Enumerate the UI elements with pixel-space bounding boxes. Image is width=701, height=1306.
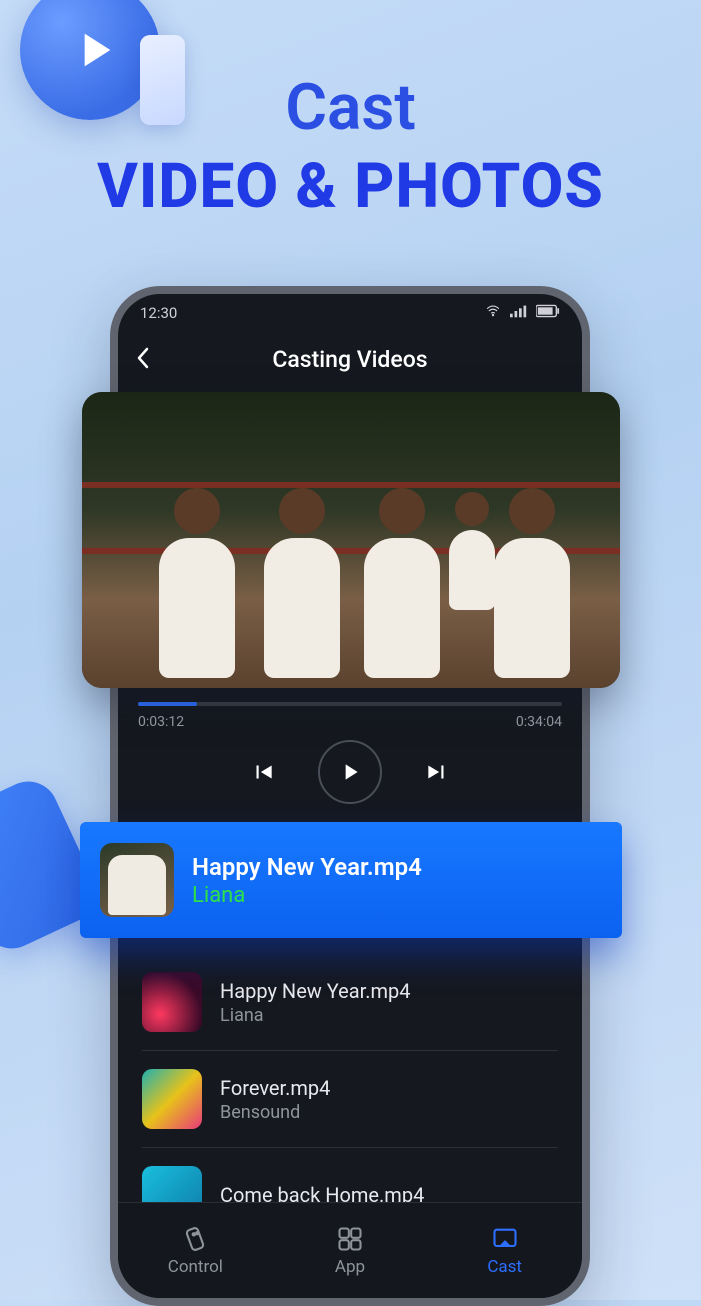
play-button[interactable] <box>318 740 382 804</box>
video-subtitle: Liana <box>220 1005 411 1026</box>
video-thumbnail <box>142 1069 202 1129</box>
progress-bar[interactable] <box>138 702 562 706</box>
wifi-icon <box>484 304 502 322</box>
nav-label: Control <box>168 1257 223 1277</box>
status-bar: 12:30 <box>118 294 582 326</box>
bottom-nav: Control App Cast <box>118 1202 582 1298</box>
now-playing-title: Happy New Year.mp4 <box>192 853 422 881</box>
time-elapsed: 0:03:12 <box>138 714 184 730</box>
previous-button[interactable] <box>250 759 276 785</box>
screen-header: Casting Videos <box>118 326 582 383</box>
headline-line2: VIDEO & PHOTOS <box>0 150 701 223</box>
nav-label: App <box>335 1257 365 1277</box>
video-thumbnail <box>142 972 202 1032</box>
list-item[interactable]: Forever.mp4 Bensound <box>142 1051 558 1148</box>
now-playing-card[interactable]: Happy New Year.mp4 Liana <box>80 822 622 938</box>
nav-label: Cast <box>487 1257 522 1277</box>
status-time: 12:30 <box>140 304 177 322</box>
video-subtitle: Bensound <box>220 1102 330 1123</box>
now-playing-thumbnail <box>100 843 174 917</box>
signal-icon <box>510 304 528 322</box>
nav-app[interactable]: App <box>273 1203 428 1298</box>
video-preview[interactable] <box>82 392 620 688</box>
headline-line1: Cast <box>0 70 701 145</box>
battery-icon <box>536 304 560 322</box>
video-title: Happy New Year.mp4 <box>220 979 411 1003</box>
next-button[interactable] <box>424 759 450 785</box>
video-title: Forever.mp4 <box>220 1076 330 1100</box>
video-list: Happy New Year.mp4 Liana Forever.mp4 Ben… <box>118 954 582 1244</box>
list-item[interactable]: Happy New Year.mp4 Liana <box>142 954 558 1051</box>
nav-cast[interactable]: Cast <box>427 1203 582 1298</box>
nav-control[interactable]: Control <box>118 1203 273 1298</box>
time-duration: 0:34:04 <box>516 714 562 730</box>
now-playing-artist: Liana <box>192 883 422 908</box>
player-controls: 0:03:12 0:34:04 <box>118 702 582 804</box>
page-headline: Cast VIDEO & PHOTOS <box>0 70 701 223</box>
screen-title: Casting Videos <box>136 346 564 373</box>
